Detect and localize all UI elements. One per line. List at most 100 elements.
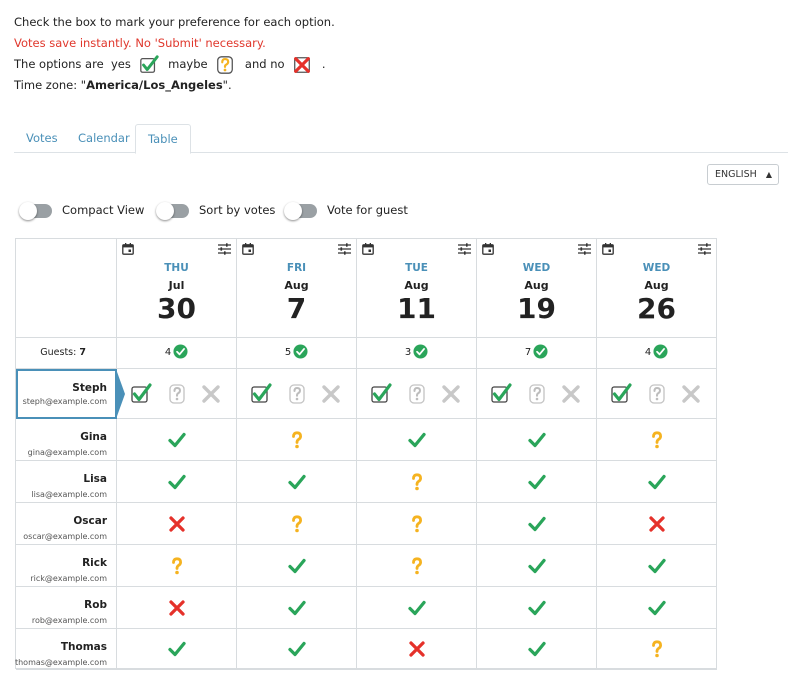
yes-checkbox-icon[interactable] xyxy=(130,382,152,405)
maybe-checkbox-icon[interactable] xyxy=(526,383,548,405)
vote-cell xyxy=(117,545,237,587)
maybe-checkbox-icon[interactable] xyxy=(166,383,188,405)
no-checkbox-icon[interactable] xyxy=(200,383,222,405)
legend-no-label: and no xyxy=(244,57,285,71)
maybe-checkbox-icon[interactable] xyxy=(286,383,308,405)
calendar-icon[interactable] xyxy=(122,243,134,255)
vote-cell xyxy=(357,629,477,670)
calendar-icon[interactable] xyxy=(362,243,374,255)
yes-count: 3 xyxy=(357,338,477,369)
language-selected: ENGLISH xyxy=(715,169,757,180)
date-column-header: TUE Aug 11 xyxy=(357,239,477,338)
question-icon xyxy=(651,640,662,658)
sort-by-votes-toggle[interactable]: Sort by votes xyxy=(156,201,275,220)
view-tabs: Votes Calendar Table xyxy=(14,124,788,154)
options-sliders-icon[interactable] xyxy=(698,243,711,255)
options-sliders-icon[interactable] xyxy=(578,243,591,255)
date-month: Aug xyxy=(524,279,549,292)
vote-chooser xyxy=(477,369,597,419)
maybe-checkbox-icon[interactable] xyxy=(646,383,668,405)
check-icon xyxy=(167,474,186,489)
time-zone-line: Time zone: "America/Los_Angeles". xyxy=(14,75,335,96)
options-legend: The options are yes maybe and no . xyxy=(14,54,335,75)
participant-cell: Lisa lisa@example.com xyxy=(16,461,117,503)
vote-cell xyxy=(237,587,357,629)
yes-count: 4 xyxy=(597,338,717,369)
yes-checkbox-icon[interactable] xyxy=(370,382,392,405)
participant-email: lisa@example.com xyxy=(31,490,107,499)
yes-count-number: 4 xyxy=(164,347,172,358)
check-icon xyxy=(527,641,546,657)
date-day: 7 xyxy=(286,292,307,325)
vote-cell xyxy=(597,629,717,670)
participant-email: oscar@example.com xyxy=(23,532,107,541)
check-icon xyxy=(647,600,666,615)
question-icon xyxy=(411,556,422,574)
yes-checkbox-icon xyxy=(139,54,159,73)
toggle-label: Compact View xyxy=(62,203,145,217)
calendar-icon[interactable] xyxy=(482,243,494,255)
vote-chooser xyxy=(117,369,237,419)
options-sliders-icon[interactable] xyxy=(458,243,471,255)
vote-cell xyxy=(357,587,477,629)
date-weekday: TUE xyxy=(405,262,428,274)
options-sliders-icon[interactable] xyxy=(338,243,351,255)
check-icon xyxy=(527,516,546,531)
yes-checkbox-icon[interactable] xyxy=(250,382,272,405)
participant-email: rick@example.com xyxy=(30,574,107,583)
guests-number: 7 xyxy=(79,347,86,358)
participant-name: Rick xyxy=(82,557,107,569)
date-weekday: THU xyxy=(164,262,189,274)
no-checkbox-icon[interactable] xyxy=(680,383,702,405)
toggle-switch[interactable] xyxy=(19,201,52,220)
options-legend-end: . xyxy=(321,57,326,71)
toggle-switch[interactable] xyxy=(284,201,317,220)
yes-count: 7 xyxy=(477,338,597,369)
vote-cell xyxy=(477,587,597,629)
participant-name: Oscar xyxy=(73,515,107,527)
no-checkbox-icon[interactable] xyxy=(560,383,582,405)
vote-cell xyxy=(597,545,717,587)
participant-cell: Thomas thomas@example.com xyxy=(15,629,117,670)
vote-cell xyxy=(357,545,477,587)
autosave-notice: Votes save instantly. No 'Submit' necess… xyxy=(14,36,266,50)
maybe-checkbox-icon[interactable] xyxy=(406,383,428,405)
vote-for-guest-toggle[interactable]: Vote for guest xyxy=(284,201,408,220)
vote-cell xyxy=(597,587,717,629)
check-icon xyxy=(287,558,306,573)
calendar-icon[interactable] xyxy=(242,243,254,255)
tab-calendar[interactable]: Calendar xyxy=(66,124,142,153)
question-icon xyxy=(291,430,302,448)
options-sliders-icon[interactable] xyxy=(218,243,231,255)
date-day: 30 xyxy=(157,292,196,325)
yes-checkbox-icon[interactable] xyxy=(490,382,512,405)
participant-email: gina@example.com xyxy=(27,448,107,457)
tab-votes[interactable]: Votes xyxy=(14,124,70,153)
participant-name: Lisa xyxy=(83,473,107,485)
yes-count-number: 7 xyxy=(524,347,532,358)
select-arrows-icon: ▲ xyxy=(765,170,772,179)
instructions: Check the box to mark your preference fo… xyxy=(14,12,335,96)
participant-name: Gina xyxy=(80,431,107,443)
no-checkbox-icon[interactable] xyxy=(440,383,462,405)
compact-view-toggle[interactable]: Compact View xyxy=(19,201,145,220)
vote-cell xyxy=(477,545,597,587)
language-select[interactable]: ENGLISH ▲ xyxy=(707,164,779,185)
no-checkbox-icon xyxy=(294,56,311,73)
yes-count-number: 5 xyxy=(284,347,292,358)
vote-cell xyxy=(117,419,237,461)
date-column-header: THU Jul 30 xyxy=(117,239,237,338)
vote-cell xyxy=(117,461,237,503)
tz-prefix: Time zone: " xyxy=(14,78,87,92)
calendar-icon[interactable] xyxy=(602,243,614,255)
question-icon xyxy=(651,430,662,448)
vote-cell xyxy=(477,461,597,503)
tz-suffix: ". xyxy=(222,78,232,92)
participant-cell: Oscar oscar@example.com xyxy=(16,503,117,545)
participant-cell: Rick rick@example.com xyxy=(16,545,117,587)
no-checkbox-icon[interactable] xyxy=(320,383,342,405)
tab-table[interactable]: Table xyxy=(135,124,191,154)
toggle-switch[interactable] xyxy=(156,201,189,220)
yes-checkbox-icon[interactable] xyxy=(610,382,632,405)
cross-icon xyxy=(408,641,425,657)
